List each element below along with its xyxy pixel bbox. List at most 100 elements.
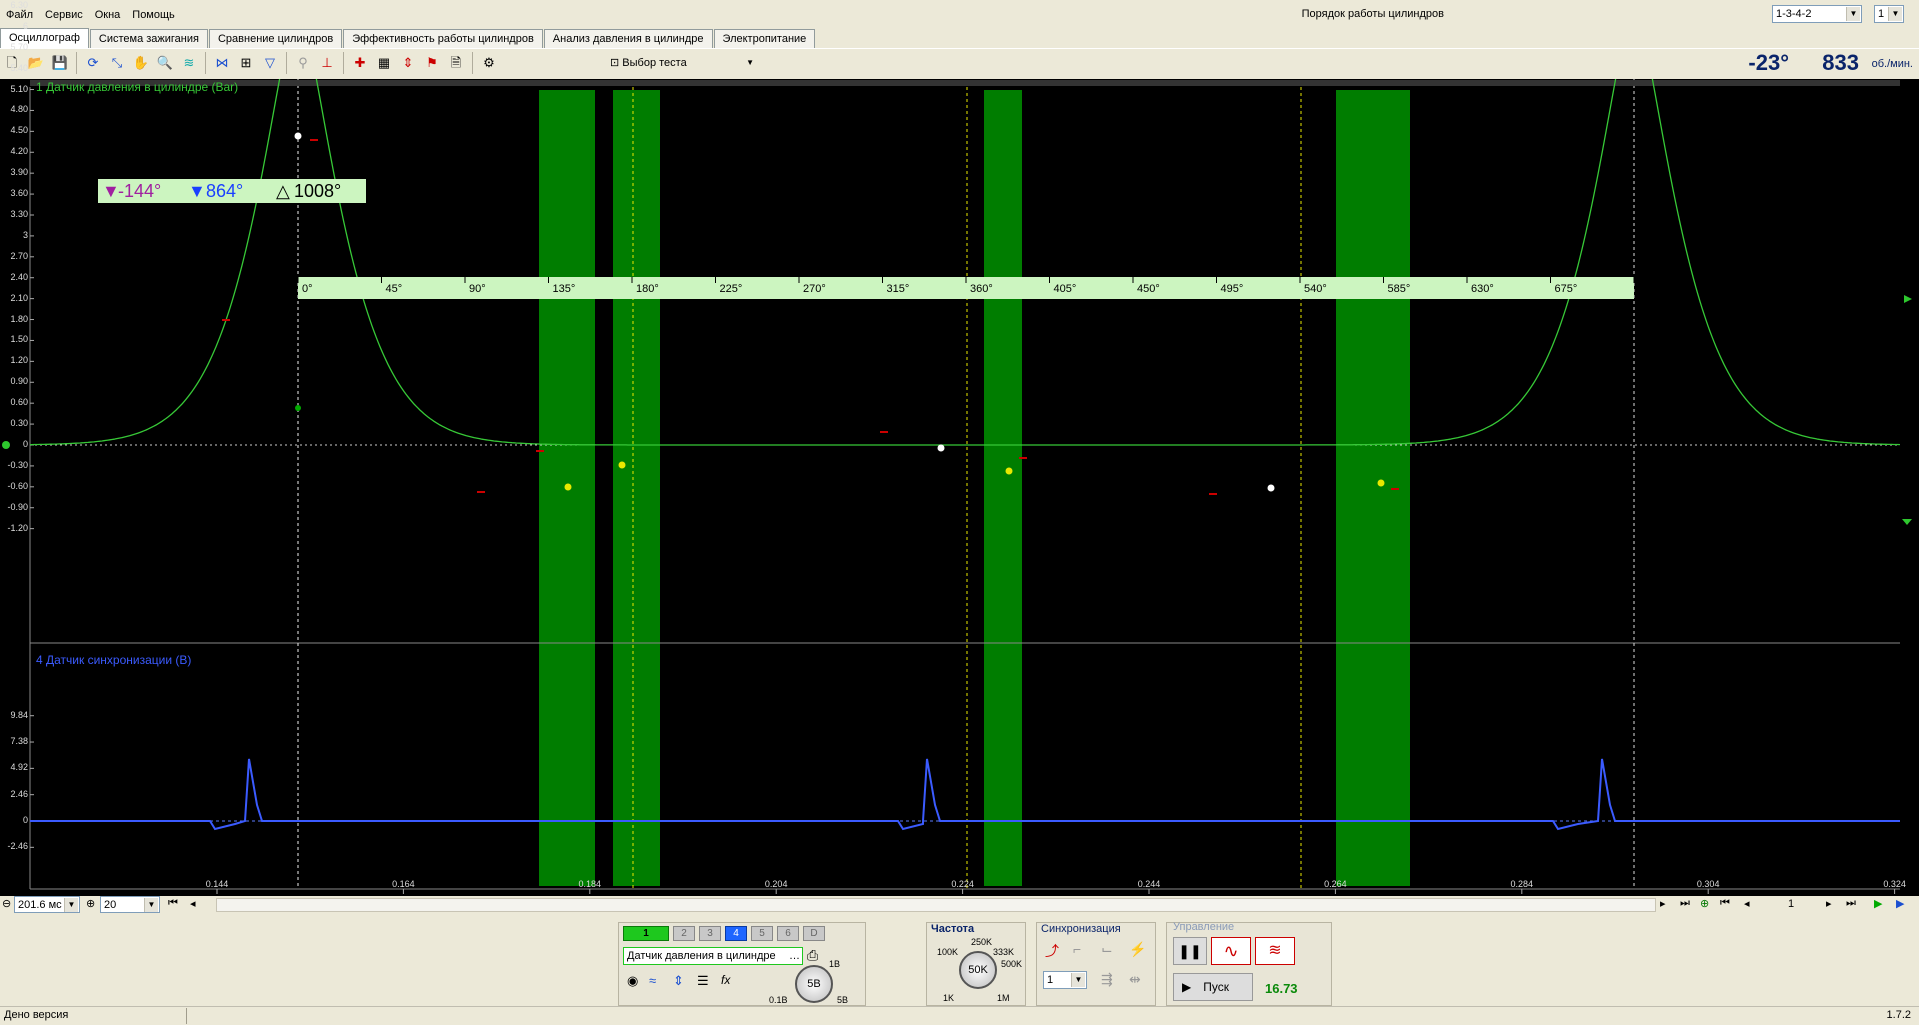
- channel-6-button[interactable]: 6: [777, 926, 799, 941]
- noise-mode-button[interactable]: ≋: [1255, 937, 1295, 965]
- channel-5-button[interactable]: 5: [751, 926, 773, 941]
- grid-icon[interactable]: ▦: [373, 52, 395, 74]
- voltage-knob-value: 5В: [807, 978, 821, 990]
- ch1-y-tick: 6.30: [10, 0, 28, 10]
- stack-icon[interactable]: ≋: [178, 52, 200, 74]
- play-fast-icon[interactable]: ▶: [1896, 897, 1904, 910]
- split-icon[interactable]: ⇕: [397, 52, 419, 74]
- auto-icon[interactable]: ⚲: [292, 52, 314, 74]
- filter-icon[interactable]: ▽: [259, 52, 281, 74]
- menu-service[interactable]: Сервис: [39, 0, 89, 30]
- ch1-y-tick: 2.40: [10, 271, 28, 282]
- measure-icon[interactable]: ⊞: [235, 52, 257, 74]
- save-icon[interactable]: 💾: [49, 52, 71, 74]
- channel-d-button[interactable]: D: [803, 926, 825, 941]
- x-tick: 0.324: [1883, 879, 1906, 889]
- step-forward-icon[interactable]: ▸: [1826, 897, 1832, 910]
- ch1-y-tick: 3: [22, 229, 28, 240]
- channel-4-button[interactable]: 4: [725, 926, 747, 941]
- ch1-y-tick: 6: [22, 20, 28, 31]
- cylinder-order-select[interactable]: 1-3-4-2 ▼: [1772, 5, 1862, 23]
- continuous-mode-button[interactable]: ∿: [1211, 937, 1251, 965]
- menu-windows[interactable]: Окна: [89, 0, 127, 30]
- tab-pressure-analysis[interactable]: Анализ давления в цилиндре: [543, 29, 713, 49]
- eye-icon[interactable]: ◉: [627, 973, 638, 989]
- rpm-unit: об./мин.: [1871, 58, 1913, 70]
- oscilloscope-plot[interactable]: 0° 45° 90° 135° 180° 225° 270° 315° 360° 405° 450°…: [0, 0, 1919, 896]
- tab-cylinder-efficiency[interactable]: Эффективность работы цилиндров: [343, 29, 543, 49]
- axis-scale-icon[interactable]: ⤡: [106, 52, 128, 74]
- data-point-label: [310, 139, 318, 141]
- zero-icon[interactable]: ⊥: [316, 52, 338, 74]
- ch1-y-tick: 3.30: [10, 208, 28, 219]
- ch4-y-tick: 7.38: [10, 736, 28, 747]
- play-icon[interactable]: ▶: [1874, 897, 1882, 910]
- first-icon[interactable]: ⏮: [168, 897, 178, 910]
- angle-tick: 675°: [1555, 283, 1578, 295]
- wave-icon[interactable]: ≈: [649, 973, 656, 988]
- tab-power[interactable]: Электропитание: [713, 29, 816, 49]
- cylinder-select[interactable]: 1 ▼: [1874, 5, 1904, 23]
- channel-3-button[interactable]: 3: [699, 926, 721, 941]
- sync-pre-icon[interactable]: ⇹: [1129, 971, 1141, 988]
- angle-tick: 0°: [302, 283, 313, 295]
- document-icon[interactable]: 🗎: [445, 52, 467, 74]
- timebase-select[interactable]: 201.6 мс ▼: [14, 896, 80, 913]
- angle-tick: 540°: [1304, 283, 1327, 295]
- play-icon: ▶: [1182, 980, 1192, 994]
- channel-1-button[interactable]: 1: [623, 926, 669, 941]
- cursor1-value: -144°: [118, 181, 162, 201]
- printer-icon[interactable]: ⎙: [807, 947, 818, 964]
- sync-icon[interactable]: ⟳: [82, 52, 104, 74]
- last-icon[interactable]: ⏭: [1680, 897, 1690, 910]
- pause-button[interactable]: ❚❚: [1173, 937, 1207, 965]
- lines-icon[interactable]: ☰: [697, 973, 709, 989]
- freq-label-1m: 1M: [997, 993, 1010, 1003]
- delta-value: 1008°: [294, 181, 342, 201]
- ch1-y-tick: 2.70: [10, 250, 28, 261]
- menu-help[interactable]: Помощь: [126, 0, 181, 30]
- start-button[interactable]: ▶ Пуск: [1173, 973, 1253, 1001]
- tab-cylinder-compare[interactable]: Сравнение цилиндров: [208, 29, 343, 49]
- add-icon[interactable]: ⊕: [1700, 897, 1709, 910]
- vertical-scale-icon[interactable]: ⇕: [673, 973, 684, 989]
- channel-2-button[interactable]: 2: [673, 926, 695, 941]
- sync-rise-icon[interactable]: ⤴: [1045, 941, 1059, 961]
- ch1-title: 1 Датчик давления в цилиндре (Bar): [36, 80, 239, 94]
- sync-fall-icon[interactable]: ⌙: [1101, 941, 1113, 958]
- freq-label-333k: 333K: [993, 947, 1015, 957]
- open-icon[interactable]: 📂: [25, 52, 47, 74]
- sync-auto-icon[interactable]: ⚡: [1129, 941, 1146, 958]
- x-tick: 0.224: [951, 879, 974, 889]
- tab-ignition[interactable]: Система зажигания: [89, 29, 208, 49]
- sync-level-icon[interactable]: ⇶: [1101, 971, 1113, 988]
- more-icon[interactable]: …: [789, 948, 800, 964]
- function-icon[interactable]: fx: [721, 973, 730, 987]
- rewind-icon[interactable]: ⏮: [1720, 897, 1730, 910]
- sync-edge-icon[interactable]: ⌐: [1073, 941, 1081, 957]
- auto-test-icon[interactable]: ⚙: [478, 52, 500, 74]
- horizontal-scrollbar[interactable]: [216, 898, 1656, 912]
- hand-icon[interactable]: ✋: [130, 52, 152, 74]
- voltage-knob[interactable]: 5В: [795, 965, 833, 1003]
- control-panel: 1 2 3 4 5 6 D Датчик давления в цилиндре…: [0, 914, 1919, 1006]
- test-select[interactable]: ⊡ Выбор теста ▼: [606, 52, 758, 74]
- count-select[interactable]: 20 ▼: [100, 896, 160, 913]
- page-number: 1: [1788, 898, 1795, 910]
- flag-icon[interactable]: ⚑: [421, 52, 443, 74]
- forward-end-icon[interactable]: ⏭: [1846, 897, 1856, 910]
- sync-channel-select[interactable]: 1 ▼: [1043, 971, 1087, 989]
- channel-icon[interactable]: ✚: [349, 52, 371, 74]
- ch1-y-tick: 2.10: [10, 292, 28, 303]
- prev-icon[interactable]: ◂: [190, 897, 196, 910]
- frequency-box: Частота 50K 250K 100K 333K 500K 1K 1M: [926, 922, 1026, 1006]
- cursor-icon[interactable]: ⋈: [211, 52, 233, 74]
- frequency-knob[interactable]: 50K: [959, 951, 997, 989]
- sync-box: Синхронизация ⤴ ⌐ ⌙ ⚡ 1 ▼ ⇶ ⇹: [1036, 922, 1156, 1006]
- channel-name-field[interactable]: Датчик давления в цилиндре…: [623, 947, 803, 965]
- rpm-readout: 833: [1822, 50, 1859, 75]
- next-icon[interactable]: ▸: [1660, 897, 1666, 910]
- freq-label-500k: 500K: [1001, 959, 1023, 969]
- zoom-icon[interactable]: 🔍: [154, 52, 176, 74]
- step-back-icon[interactable]: ◂: [1744, 897, 1750, 910]
